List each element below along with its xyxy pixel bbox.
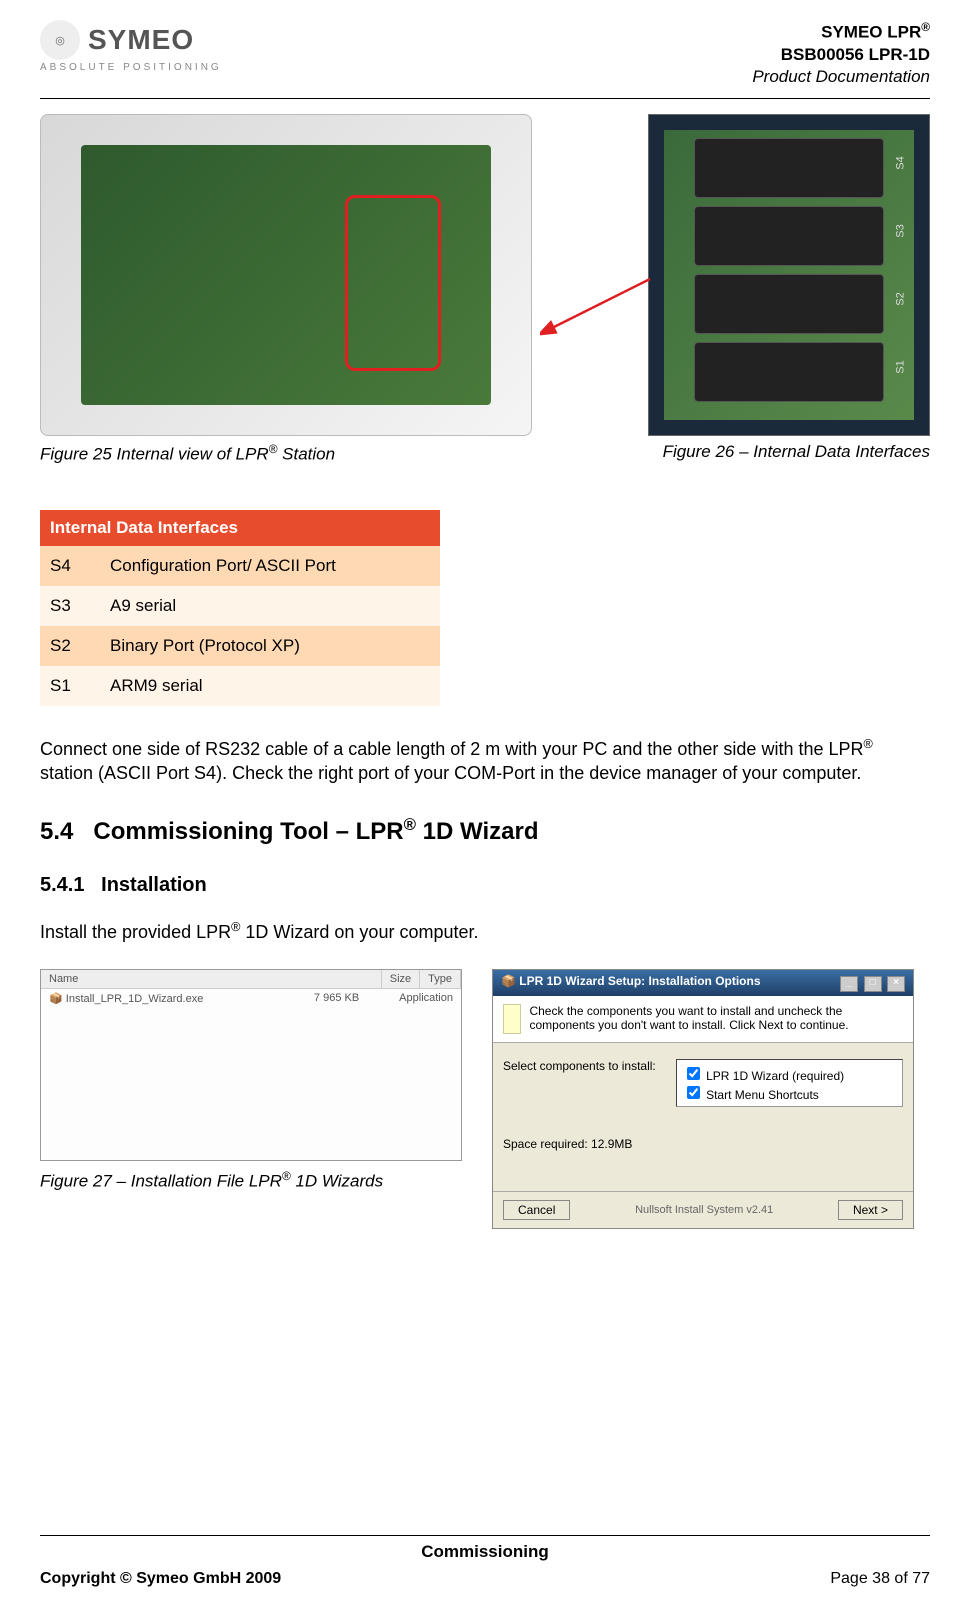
space-required: Space required: 12.9MB <box>503 1137 903 1151</box>
figure-26-caption: Figure 26 – Internal Data Interfaces <box>600 442 930 462</box>
interfaces-table-header: Internal Data Interfaces <box>40 510 440 546</box>
logo-icon: ◎ <box>40 20 80 60</box>
component-option-2[interactable]: Start Menu Shortcuts <box>683 1083 896 1102</box>
figure-27-caption: Figure 27 – Installation File LPR® 1D Wi… <box>40 1169 462 1192</box>
connect-paragraph: Connect one side of RS232 cable of a cab… <box>40 736 930 786</box>
figure-26-image: S4 S3 S2 S1 <box>648 114 930 436</box>
table-row: S2 Binary Port (Protocol XP) <box>40 626 440 666</box>
installer-desc: Check the components you want to install… <box>529 1004 903 1034</box>
footer-copyright: Copyright © Symeo GmbH 2009 <box>40 1570 281 1588</box>
close-icon[interactable]: × <box>887 976 905 992</box>
explorer-file-row[interactable]: 📦 Install_LPR_1D_Wizard.exe 7 965 KB App… <box>41 989 461 1008</box>
page-footer: Commissioning Copyright © Symeo GmbH 200… <box>40 1535 930 1588</box>
section-5-4-heading: 5.4 Commissioning Tool – LPR® 1D Wizard <box>40 815 930 846</box>
next-button[interactable]: Next > <box>838 1200 903 1220</box>
page-header: ◎ SYMEO ABSOLUTE POSITIONING SYMEO LPR® … <box>40 20 930 99</box>
logo-subtitle: ABSOLUTE POSITIONING <box>40 62 222 73</box>
table-row: S1 ARM9 serial <box>40 666 440 706</box>
minimize-icon[interactable]: _ <box>840 976 858 992</box>
installer-window: 📦 LPR 1D Wizard Setup: Installation Opti… <box>492 969 914 1229</box>
installer-icon <box>503 1004 521 1034</box>
footer-center: Commissioning <box>40 1542 930 1562</box>
installer-titlebar: 📦 LPR 1D Wizard Setup: Installation Opti… <box>493 970 913 996</box>
hdr-line1-sup: ® <box>921 20 930 34</box>
figure-25-image <box>40 114 532 436</box>
figure-row-2: Name Size Type 📦 Install_LPR_1D_Wizard.e… <box>40 969 930 1229</box>
section-5-4-1-heading: 5.4.1 Installation <box>40 874 930 897</box>
cancel-button[interactable]: Cancel <box>503 1200 570 1220</box>
select-components-label: Select components to install: <box>503 1059 656 1073</box>
table-row: S4 Configuration Port/ ASCII Port <box>40 546 440 586</box>
nsis-label: Nullsoft Install System v2.41 <box>635 1204 773 1216</box>
hdr-line1-pre: SYMEO LPR <box>821 23 921 42</box>
interfaces-table: Internal Data Interfaces S4 Configuratio… <box>40 510 440 706</box>
highlight-box <box>345 195 441 371</box>
header-right: SYMEO LPR® BSB00056 LPR-1D Product Docum… <box>752 20 930 88</box>
footer-page-number: Page 38 of 77 <box>830 1570 930 1588</box>
figure-25-caption: Figure 25 Internal view of LPR® Station <box>40 442 580 465</box>
hdr-line2: BSB00056 LPR-1D <box>752 44 930 66</box>
table-row: S3 A9 serial <box>40 586 440 626</box>
components-list: LPR 1D Wizard (required) Start Menu Shor… <box>676 1059 903 1107</box>
maximize-icon[interactable]: □ <box>864 976 882 992</box>
figure-row-1: Figure 25 Internal view of LPR® Station … <box>40 114 930 465</box>
explorer-window: Name Size Type 📦 Install_LPR_1D_Wizard.e… <box>40 969 462 1161</box>
logo-block: ◎ SYMEO ABSOLUTE POSITIONING <box>40 20 222 73</box>
install-paragraph: Install the provided LPR® 1D Wizard on y… <box>40 919 930 944</box>
hdr-line3: Product Documentation <box>752 66 930 88</box>
component-option-1[interactable]: LPR 1D Wizard (required) <box>683 1064 896 1083</box>
logo-text: SYMEO <box>88 24 194 56</box>
